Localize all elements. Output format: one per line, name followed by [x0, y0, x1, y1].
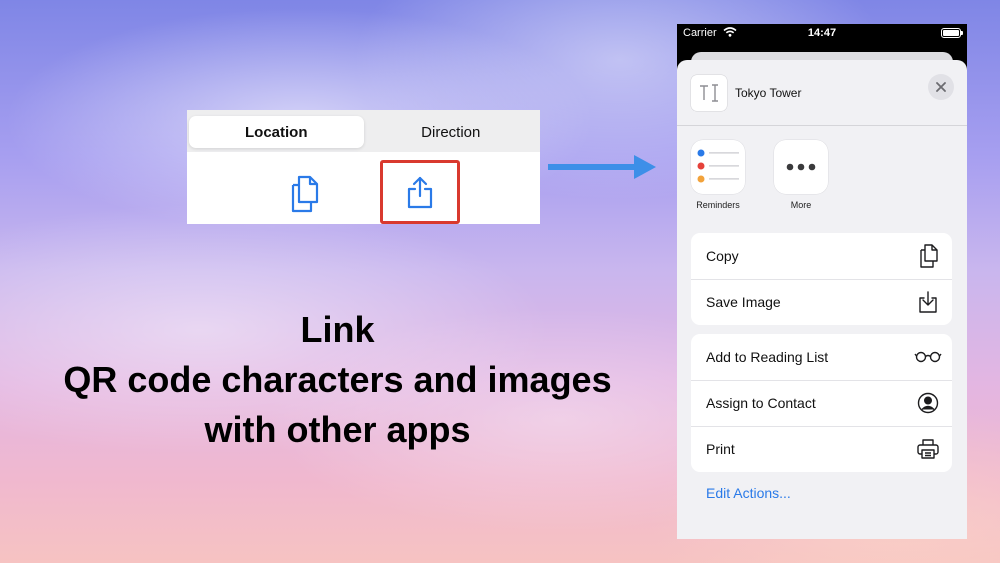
- more-icon: [774, 140, 828, 194]
- app-row: Reminders More: [677, 140, 967, 216]
- caption: Link QR code characters and images with …: [30, 305, 645, 455]
- action-group-2: Add to Reading List Assign to Contact Pr…: [691, 334, 952, 472]
- action-label: Print: [706, 441, 735, 457]
- share-sheet-header: Tokyo Tower: [677, 60, 967, 126]
- text-document-icon: [691, 75, 727, 111]
- close-icon: [936, 82, 946, 92]
- app-reminders[interactable]: Reminders: [683, 140, 753, 210]
- action-label: Save Image: [706, 294, 781, 310]
- share-icon: [407, 176, 433, 209]
- copy-icon: [916, 244, 940, 268]
- glasses-icon: [914, 345, 942, 369]
- arrow-right-icon: [548, 155, 656, 179]
- status-bar: Carrier 14:47: [677, 24, 967, 44]
- save-image-icon: [916, 290, 940, 314]
- action-group-1: Copy Save Image: [691, 233, 952, 325]
- phone-screen: Carrier 14:47 Tokyo Tower Reminders More…: [677, 24, 967, 539]
- app-more[interactable]: More: [766, 140, 836, 210]
- share-sheet: Tokyo Tower Reminders More Copy Save Ima…: [677, 60, 967, 539]
- action-label: Add to Reading List: [706, 349, 829, 365]
- action-print[interactable]: Print: [691, 426, 952, 472]
- share-title: Tokyo Tower: [735, 86, 802, 100]
- caption-line-3: with other apps: [204, 409, 471, 450]
- status-time: 14:47: [807, 27, 837, 39]
- tab-direction[interactable]: Direction: [364, 116, 539, 148]
- app-label: Reminders: [696, 200, 740, 210]
- action-add-reading-list[interactable]: Add to Reading List: [691, 334, 952, 380]
- edit-actions-link[interactable]: Edit Actions...: [706, 485, 791, 501]
- caption-line-1: Link: [300, 309, 375, 350]
- copy-docs-icon[interactable]: [287, 174, 323, 214]
- action-label: Assign to Contact: [706, 395, 816, 411]
- reminders-icon: [691, 140, 745, 194]
- close-button[interactable]: [928, 74, 954, 100]
- contact-icon: [916, 391, 940, 415]
- printer-icon: [916, 437, 940, 461]
- tab-location[interactable]: Location: [189, 116, 364, 148]
- action-copy[interactable]: Copy: [691, 233, 952, 279]
- caption-line-2: QR code characters and images: [63, 359, 612, 400]
- battery-icon: [941, 28, 963, 38]
- segmented-panel: Location Direction: [187, 110, 540, 224]
- action-save-image[interactable]: Save Image: [691, 279, 952, 325]
- action-assign-contact[interactable]: Assign to Contact: [691, 380, 952, 426]
- segmented-control: Location Direction: [187, 110, 540, 152]
- action-label: Copy: [706, 248, 739, 264]
- app-label: More: [790, 200, 812, 210]
- share-button-highlight[interactable]: [380, 160, 460, 224]
